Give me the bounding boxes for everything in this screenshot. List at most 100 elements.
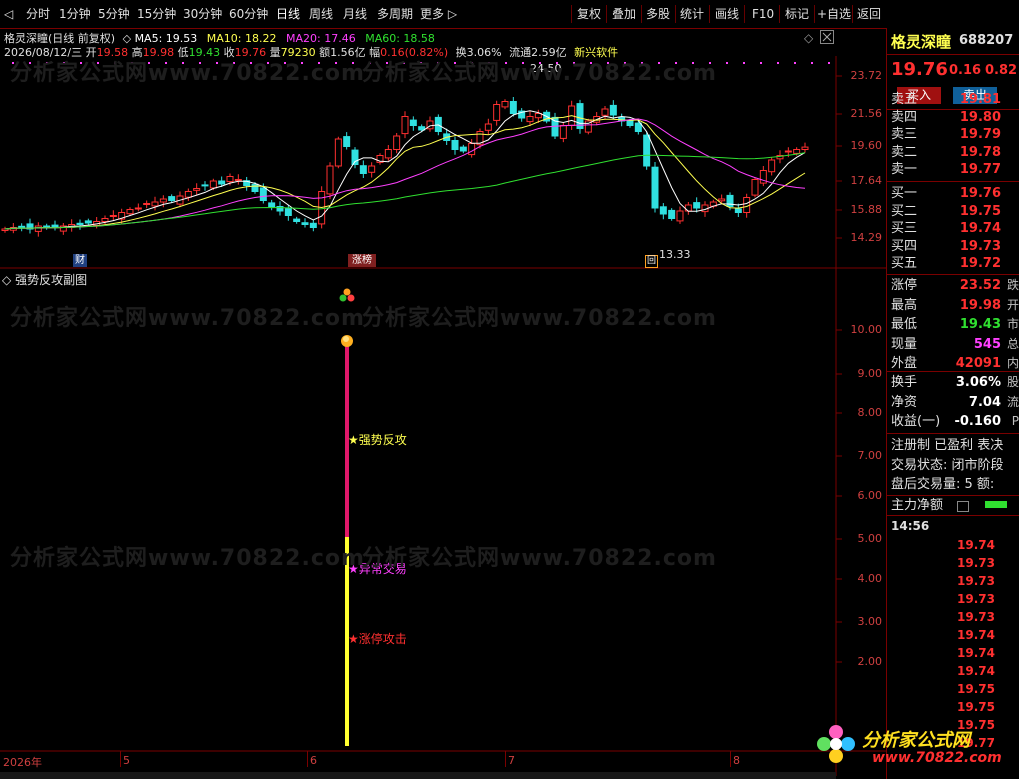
price-axis-label: 14.29: [850, 231, 883, 244]
tick-price: 19.73: [957, 574, 995, 588]
candle-body: [168, 196, 176, 202]
candle-body: [501, 101, 509, 108]
period-tab-60min[interactable]: 60分钟: [229, 5, 268, 23]
candle-body: [793, 149, 801, 154]
stat2-row-label: 净资: [891, 394, 918, 410]
period-tab-15min[interactable]: 15分钟: [137, 5, 176, 23]
bid-row-label: 买二: [891, 203, 918, 219]
draw-line-button[interactable]: 画线: [715, 5, 739, 23]
period-tab-daily[interactable]: 日线: [276, 5, 300, 23]
after-hours-volume: 盘后交易量: 5 额:: [891, 477, 995, 492]
stat-row-value: 19.98: [959, 297, 1001, 313]
period-tab-1min[interactable]: 1分钟: [59, 5, 91, 23]
signal-dot: [318, 62, 320, 64]
time-axis-month: 7: [508, 754, 515, 767]
bid-row: 买五 19.72: [891, 254, 1019, 273]
return-tag[interactable]: 回: [645, 255, 658, 268]
signal-dot: [505, 62, 507, 64]
top-toolbar: ◁ 分时 1分钟 5分钟 15分钟 30分钟 60分钟 日线 周线 月线 多周期…: [0, 0, 1019, 29]
price-axis-label: 23.72: [850, 69, 883, 82]
main-flow-row[interactable]: 主力净额: [891, 496, 1019, 515]
ask-row-label: 卖一: [891, 162, 918, 177]
signal-dot: [284, 62, 286, 64]
period-tab-more[interactable]: 更多 ▷: [420, 5, 457, 23]
ask-row-value: 19.80: [959, 109, 1001, 125]
stock-code: 688207: [959, 33, 1014, 48]
f10-button[interactable]: F10: [752, 5, 774, 23]
candle-body: [609, 104, 617, 116]
price-axis-label: 21.56: [850, 107, 883, 120]
candle-body: [643, 134, 651, 167]
period-tab-30min[interactable]: 30分钟: [183, 5, 222, 23]
signal-dot: [709, 62, 711, 64]
quote-panel: 格灵深瞳 688207 19.76 0.16 0.82 买入 卖出 卖五 19.8…: [886, 28, 1019, 779]
period-tab-monthly[interactable]: 月线: [343, 5, 367, 23]
tick-price: 19.74: [957, 664, 995, 678]
candle-body: [659, 206, 667, 215]
horizontal-scrollbar[interactable]: [0, 772, 836, 779]
signal-dot: [522, 62, 524, 64]
finance-tag[interactable]: 财: [73, 254, 87, 267]
adjust-button[interactable]: 复权: [577, 5, 601, 23]
flower-logo-icon: [817, 725, 855, 763]
sub-axis-label: 7.00: [857, 449, 883, 462]
signal-ball-highlight: [343, 336, 349, 342]
candle-body: [268, 202, 276, 207]
scroll-left-icon[interactable]: ◁: [4, 5, 13, 23]
candle-body: [159, 198, 167, 203]
multi-stock-button[interactable]: 多股: [646, 5, 670, 23]
signal-dot: [182, 62, 184, 64]
sub-axis-label: 4.00: [857, 572, 883, 585]
overlay-button[interactable]: 叠加: [612, 5, 636, 23]
candle-body: [451, 140, 459, 150]
candle-body: [409, 119, 417, 126]
signal-dot: [454, 62, 456, 64]
flow-toggle-icon[interactable]: [957, 501, 969, 512]
stats-button[interactable]: 统计: [680, 5, 704, 23]
stat2-row-label: 收益(一): [891, 414, 941, 429]
signal-dot: [46, 62, 48, 64]
candle-body: [126, 209, 134, 215]
tick-price: 19.73: [957, 556, 995, 570]
add-watchlist-button[interactable]: +自选: [817, 5, 851, 23]
period-tab-weekly[interactable]: 周线: [309, 5, 333, 23]
signal-dot: [80, 62, 82, 64]
stat2-row-extra: P: [1011, 414, 1019, 428]
candle-body: [151, 201, 159, 207]
period-tab-multi[interactable]: 多周期: [377, 5, 413, 23]
candle-body: [84, 220, 92, 224]
candle-body: [109, 215, 117, 217]
period-tab-5min[interactable]: 5分钟: [98, 5, 130, 23]
stat-row: 最高 19.98 开: [891, 296, 1019, 315]
candle-body: [193, 188, 201, 191]
candle-body: [651, 166, 659, 209]
bid-row-label: 买三: [891, 221, 918, 236]
candle-body: [34, 225, 42, 232]
signal-dot: [590, 62, 592, 64]
sub-chart-collapse-icon[interactable]: ◇: [2, 273, 11, 287]
ask-row-label: 卖三: [891, 127, 918, 142]
candle-body: [718, 198, 726, 202]
sub-axis-label: 3.00: [857, 615, 883, 628]
limit-board-tag[interactable]: 涨榜: [348, 254, 376, 267]
ask-row: 卖二 19.78: [891, 143, 1019, 162]
period-tab-fenshi[interactable]: 分时: [26, 5, 50, 23]
candle-body: [626, 120, 634, 126]
back-button[interactable]: 返回: [857, 5, 881, 23]
tick-price: 19.74: [957, 646, 995, 660]
stat2-row: 收益(一) -0.160 P: [891, 412, 1019, 431]
signal-cluster-icon: [339, 294, 347, 302]
signal-dot: [165, 62, 167, 64]
candle-body: [251, 183, 259, 193]
toolbar-separator: [641, 5, 642, 23]
sub-axis-label: 10.00: [850, 323, 883, 336]
bid-row-label: 买一: [891, 186, 918, 201]
toolbar-separator: [709, 5, 710, 23]
signal-dot: [369, 62, 371, 64]
bid-row-label: 买四: [891, 238, 918, 254]
bid-row: 买一 19.76: [891, 184, 1019, 203]
price-change: 0.16: [949, 63, 982, 78]
ask-row-value: 19.77: [959, 162, 1001, 177]
stat-row-extra: 跌: [1006, 278, 1019, 292]
mark-button[interactable]: 标记: [785, 5, 809, 23]
